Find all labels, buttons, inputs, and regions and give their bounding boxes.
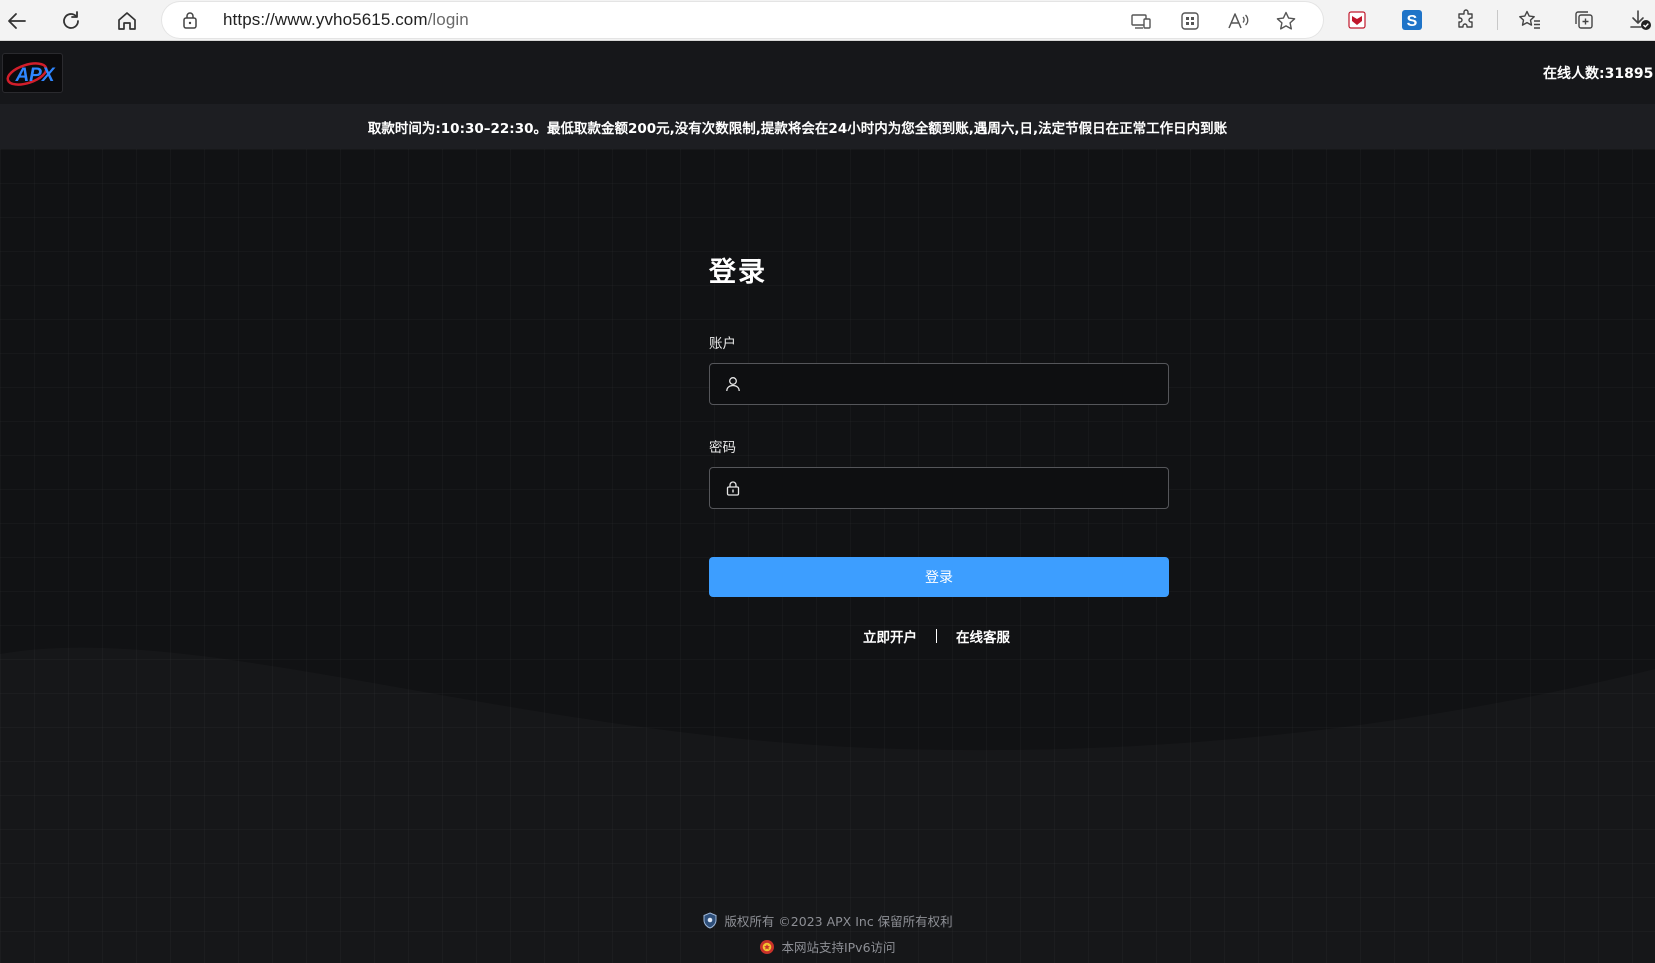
notice-text: 取款时间为:10:30–22:30。最低取款金额200元,没有次数限制,提款将会… [367, 120, 1228, 137]
police-emblem-icon [759, 939, 775, 955]
account-input[interactable] [754, 364, 1154, 404]
favorite-star-icon[interactable] [1275, 10, 1297, 32]
footer-ipv6: 本网站支持IPv6访问 [0, 937, 1655, 956]
browser-toolbar: https://www.yvho5615.com/login S [0, 0, 1655, 41]
apx-logo[interactable]: APX [2, 53, 63, 93]
address-bar[interactable]: https://www.yvho5615.com/login [162, 2, 1323, 38]
apps-icon[interactable] [1179, 10, 1201, 32]
read-aloud-icon[interactable] [1227, 10, 1249, 32]
password-input[interactable] [754, 468, 1154, 508]
copyright-text: 版权所有 ©2023 APX Inc 保留所有权利 [724, 914, 953, 929]
background-wave [0, 149, 1655, 963]
url-text: https://www.yvho5615.com/login [223, 10, 469, 30]
password-lock-icon [725, 480, 741, 500]
login-links: 立即开户 在线客服 [863, 626, 1010, 646]
user-icon [725, 376, 741, 396]
links-divider [936, 629, 937, 643]
mcafee-icon[interactable] [1343, 6, 1371, 34]
ipv6-text: 本网站支持IPv6访问 [781, 940, 896, 955]
online-support-link[interactable]: 在线客服 [956, 626, 1010, 646]
svg-text:S: S [1407, 13, 1418, 30]
login-title: 登录 [709, 257, 767, 288]
account-field[interactable] [709, 363, 1169, 405]
password-field[interactable] [709, 467, 1169, 509]
login-button[interactable]: 登录 [709, 557, 1169, 597]
lock-icon[interactable] [182, 11, 198, 33]
site-header: APX 在线人数:31895 [0, 42, 1655, 104]
shield-badge-icon [702, 912, 718, 929]
register-link[interactable]: 立即开户 [863, 626, 917, 646]
refresh-icon[interactable] [54, 4, 88, 38]
url-host: https://www.yvho5615.com [223, 10, 428, 29]
back-icon[interactable] [0, 4, 34, 38]
password-label: 密码 [709, 440, 736, 456]
account-label: 账户 [709, 336, 736, 352]
toolbar-separator [1497, 10, 1498, 30]
footer-copyright: 版权所有 ©2023 APX Inc 保留所有权利 [0, 911, 1655, 930]
main-area [0, 149, 1655, 963]
online-number: 31895 [1604, 66, 1654, 82]
app-available-icon[interactable] [1130, 10, 1152, 32]
home-icon[interactable] [110, 4, 144, 38]
logo-text: APX [14, 65, 55, 86]
s-extension-icon[interactable]: S [1398, 6, 1426, 34]
online-label: 在线人数: [1543, 66, 1605, 82]
collections-icon[interactable] [1570, 6, 1598, 34]
favorites-icon[interactable] [1516, 6, 1544, 34]
extensions-icon[interactable] [1453, 6, 1481, 34]
url-path: /login [427, 10, 469, 29]
downloads-icon[interactable] [1626, 6, 1654, 34]
withdrawal-notice-bar: 取款时间为:10:30–22:30。最低取款金额200元,没有次数限制,提款将会… [0, 104, 1655, 149]
online-count: 在线人数:31895 [1543, 63, 1653, 83]
